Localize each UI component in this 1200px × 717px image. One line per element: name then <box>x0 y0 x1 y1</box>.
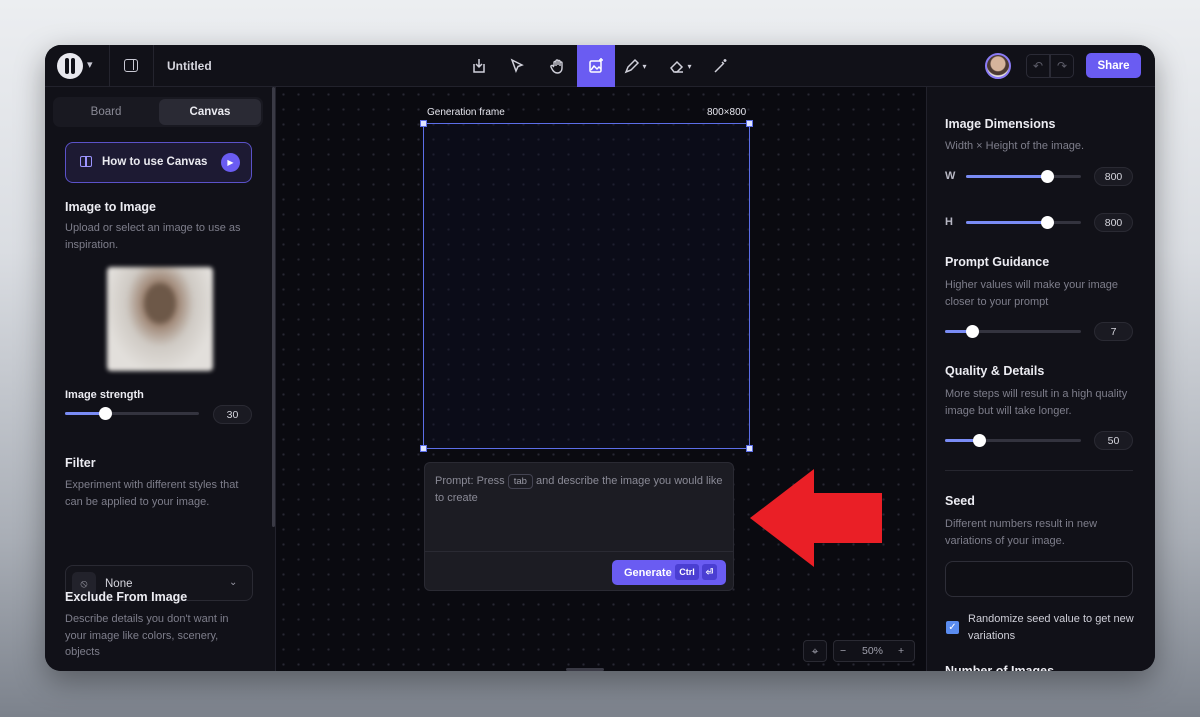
how-to-use-canvas-button[interactable]: How to use Canvas ▶ <box>65 142 252 183</box>
how-to-label: How to use Canvas <box>102 156 208 168</box>
tab-board[interactable]: Board <box>55 99 157 125</box>
prompt-placeholder[interactable]: Prompt: Press tab and describe the image… <box>435 473 725 506</box>
randomize-seed-checkbox[interactable]: ✓ <box>946 621 959 634</box>
divider <box>109 45 110 87</box>
height-value[interactable]: 800 <box>1094 213 1133 232</box>
document-title[interactable]: Untitled <box>167 59 212 73</box>
filter-description: Experiment with different styles that ca… <box>65 479 239 508</box>
pencil-draw-icon[interactable]: ▾ <box>615 45 655 87</box>
left-scrollbar[interactable] <box>272 87 275 527</box>
eraser-icon[interactable]: ▾ <box>659 45 701 87</box>
generate-button[interactable]: Generate Ctrl ⏎ <box>612 560 726 585</box>
slider-knob[interactable] <box>1040 216 1054 229</box>
select-pointer-icon[interactable] <box>498 45 536 87</box>
zoom-level[interactable]: 50% <box>862 645 883 657</box>
redo-button[interactable]: ↷ <box>1050 54 1074 78</box>
canvas-area[interactable]: Generation frame 800×800 Prompt: Press t… <box>276 87 926 671</box>
chevron-down-icon: ⌄ <box>229 577 238 588</box>
section-title-filter: Filter <box>65 456 96 470</box>
tab-canvas[interactable]: Canvas <box>159 99 261 125</box>
slider-knob[interactable] <box>973 434 986 447</box>
play-icon: ▶ <box>221 153 240 172</box>
generation-frame-label: Generation frame <box>427 107 505 118</box>
prompt-placeholder-pre: Prompt: Press <box>435 475 505 487</box>
filter-selected-value: None <box>105 578 133 590</box>
section-title-seed: Seed <box>945 494 975 508</box>
panel-toggle-icon[interactable] <box>124 59 138 72</box>
app-logo-icon[interactable] <box>57 53 83 79</box>
width-value[interactable]: 800 <box>1094 167 1133 186</box>
top-toolbar: ▾ Untitled ▾ ▾ ↶ ↷ Share <box>45 45 1155 87</box>
image-strength-slider[interactable] <box>65 407 199 420</box>
generation-frame-size: 800×800 <box>707 107 747 118</box>
divider <box>425 551 733 552</box>
app-window: ▾ Untitled ▾ ▾ ↶ ↷ Share Board Canvas Ho… <box>45 45 1155 671</box>
seed-input[interactable] <box>945 561 1133 597</box>
dimensions-description: Width × Height of the image. <box>945 140 1085 152</box>
section-title-exclude: Exclude From Image <box>65 590 188 604</box>
resize-handle-bl[interactable] <box>420 445 427 452</box>
generate-image-icon[interactable] <box>577 45 615 87</box>
seed-description: Different numbers result in new variatio… <box>945 518 1098 547</box>
image-to-image-description: Upload or select an image to use as insp… <box>65 222 241 251</box>
mode-switch: Board Canvas <box>53 97 263 127</box>
right-sidebar: Image Dimensions Width × Height of the i… <box>926 87 1155 671</box>
width-label: W <box>945 170 956 182</box>
resize-handle-br[interactable] <box>746 445 753 452</box>
prompt-guidance-slider[interactable] <box>945 325 1081 338</box>
share-button[interactable]: Share <box>1086 53 1141 78</box>
book-icon <box>80 156 92 167</box>
zoom-out-button[interactable]: − <box>840 645 846 657</box>
enter-key-icon: ⏎ <box>702 564 717 580</box>
import-icon[interactable] <box>460 45 498 87</box>
slider-knob[interactable] <box>966 325 980 338</box>
section-title-image-to-image: Image to Image <box>65 200 156 214</box>
quality-value[interactable]: 50 <box>1094 431 1133 450</box>
ctrl-key-hint: Ctrl <box>675 564 699 580</box>
prompt-box[interactable]: Prompt: Press tab and describe the image… <box>424 462 734 591</box>
prompt-guidance-description: Higher values will make your image close… <box>945 279 1119 308</box>
resize-handle-tl[interactable] <box>420 120 427 127</box>
hand-pan-icon[interactable] <box>539 45 577 87</box>
prompt-guidance-value[interactable]: 7 <box>1094 322 1133 341</box>
tab-key-hint: tab <box>507 474 533 489</box>
magic-wand-icon[interactable] <box>701 45 739 87</box>
exclude-description: Describe details you don't want in your … <box>65 613 229 658</box>
resize-handle-tr[interactable] <box>746 120 753 127</box>
red-arrow-annotation-icon <box>750 469 882 567</box>
zoom-in-button[interactable]: + <box>898 645 904 657</box>
canvas-scrollbar[interactable] <box>566 668 604 671</box>
height-label: H <box>945 216 953 228</box>
generation-frame[interactable] <box>420 120 753 452</box>
section-title-dimensions: Image Dimensions <box>945 117 1056 131</box>
undo-button[interactable]: ↶ <box>1026 54 1050 78</box>
chevron-down-icon[interactable]: ▾ <box>87 58 93 71</box>
quality-description: More steps will result in a high quality… <box>945 388 1128 417</box>
divider <box>153 45 154 87</box>
user-avatar[interactable] <box>985 53 1011 79</box>
divider <box>945 470 1133 471</box>
left-sidebar: Board Canvas How to use Canvas ▶ Image t… <box>45 87 276 671</box>
generate-label: Generate <box>624 567 672 579</box>
width-slider[interactable] <box>966 170 1081 183</box>
quality-slider[interactable] <box>945 434 1081 447</box>
image-strength-label: Image strength <box>65 389 144 401</box>
section-title-quality: Quality & Details <box>945 364 1045 378</box>
randomize-seed-label[interactable]: Randomize seed value to get new variatio… <box>968 611 1138 644</box>
source-image-thumbnail[interactable] <box>107 267 213 371</box>
fit-to-screen-icon[interactable]: ⌖ <box>803 640 827 662</box>
slider-knob[interactable] <box>99 407 113 420</box>
height-slider[interactable] <box>966 216 1081 229</box>
image-strength-value[interactable]: 30 <box>213 405 252 424</box>
slider-knob[interactable] <box>1040 170 1054 183</box>
zoom-control: − 50% + <box>833 640 915 662</box>
section-title-number-of-images: Number of Images <box>945 664 1055 671</box>
section-title-prompt-guidance: Prompt Guidance <box>945 255 1050 269</box>
